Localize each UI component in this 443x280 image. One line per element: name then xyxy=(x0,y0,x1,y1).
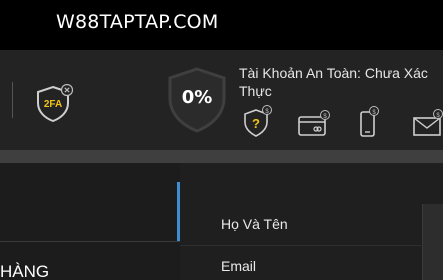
question-shield-icon[interactable]: ? $ xyxy=(242,104,276,138)
phone-icon[interactable]: $ xyxy=(356,106,382,138)
section-divider xyxy=(0,150,443,163)
mail-icon[interactable]: $ xyxy=(412,108,443,138)
security-status-text: Tài Khoản An Toàn: Chưa Xác Thực xyxy=(239,65,428,99)
email-label: Email xyxy=(221,258,257,274)
menu-divider xyxy=(0,241,180,242)
form-row-email: Email xyxy=(180,246,443,280)
card-icon[interactable]: $ xyxy=(296,108,332,138)
fullname-field[interactable] xyxy=(422,204,443,245)
side-menu-item-label[interactable]: HÀNG xyxy=(0,262,49,280)
vertical-divider xyxy=(12,82,13,118)
security-score: 0% xyxy=(181,87,213,108)
email-field[interactable] xyxy=(422,246,443,280)
site-logo[interactable]: W88TAPTAP.COM xyxy=(56,11,218,33)
svg-text:?: ? xyxy=(252,116,260,131)
top-bar: W88TAPTAP.COM xyxy=(0,0,443,50)
form-row-fullname: Họ Và Tên xyxy=(180,204,443,246)
fullname-label: Họ Và Tên xyxy=(221,216,288,232)
twofa-badge: 2FA xyxy=(44,99,62,110)
twofa-shield-icon[interactable]: 2FA xyxy=(36,83,74,124)
